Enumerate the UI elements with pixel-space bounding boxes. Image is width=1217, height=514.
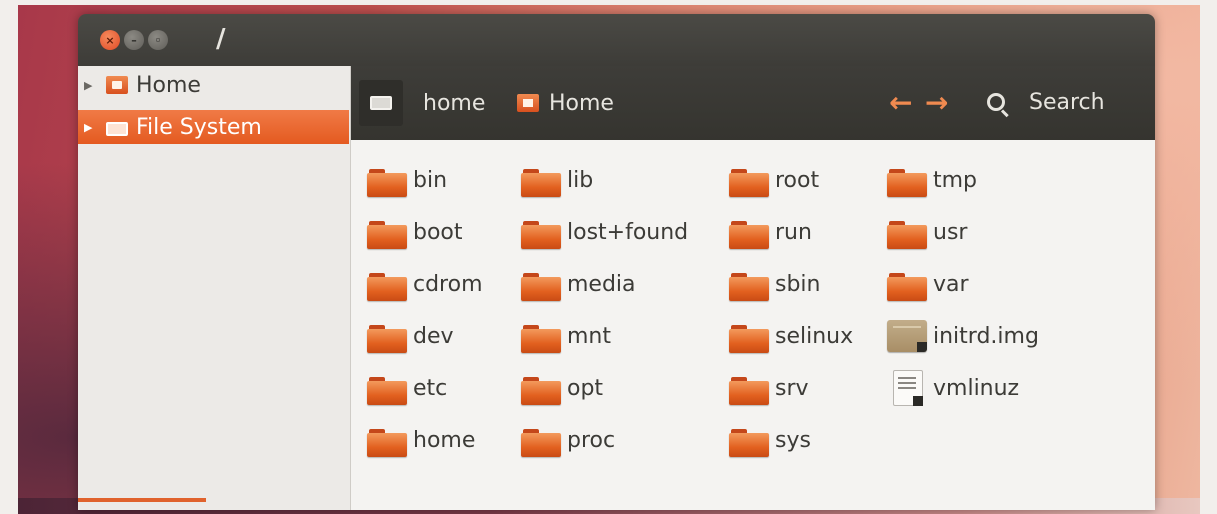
- breadcrumb-root[interactable]: [359, 80, 403, 126]
- file-item-srv[interactable]: srv: [729, 370, 809, 406]
- file-item-opt[interactable]: opt: [521, 370, 603, 406]
- folder-icon: [367, 217, 407, 249]
- file-item-bin[interactable]: bin: [367, 162, 447, 198]
- home-folder-icon: [106, 76, 128, 94]
- folder-icon: [521, 217, 561, 249]
- expander-arrow-icon[interactable]: ▶: [84, 79, 100, 92]
- file-item-initrd-img[interactable]: initrd.img: [887, 318, 1039, 354]
- file-item-media[interactable]: media: [521, 266, 636, 302]
- file-item-boot[interactable]: boot: [367, 214, 463, 250]
- maximize-button[interactable]: ◦: [148, 30, 168, 50]
- close-button[interactable]: ×: [100, 30, 120, 50]
- file-item-sbin[interactable]: sbin: [729, 266, 820, 302]
- file-name: lib: [567, 167, 594, 193]
- folder-icon: [729, 269, 769, 301]
- file-view: bin boot cdrom dev etc home lib lost+fou…: [351, 140, 1155, 510]
- folder-icon: [367, 165, 407, 197]
- toolbar: home Home ← → Search: [351, 66, 1155, 140]
- folder-icon: [521, 321, 561, 353]
- folder-icon: [729, 373, 769, 405]
- file-item-lib[interactable]: lib: [521, 162, 593, 198]
- file-name: bin: [413, 167, 448, 193]
- drive-icon: [106, 118, 128, 136]
- folder-icon: [887, 217, 927, 249]
- file-item-sys[interactable]: sys: [729, 422, 811, 458]
- breadcrumb-label: home: [423, 90, 486, 116]
- file-name: dev: [413, 323, 454, 349]
- file-item-vmlinuz[interactable]: vmlinuz: [887, 370, 1019, 406]
- file-name: selinux: [775, 323, 854, 349]
- file-name: sys: [775, 427, 811, 453]
- file-name: boot: [413, 219, 463, 245]
- folder-icon: [367, 425, 407, 457]
- breadcrumb-home-dir[interactable]: home: [423, 80, 485, 126]
- search-icon[interactable]: [987, 93, 1005, 111]
- file-name: initrd.img: [933, 323, 1039, 349]
- folder-icon: [729, 217, 769, 249]
- sidebar-item-label: File System: [136, 114, 262, 140]
- file-name: mnt: [567, 323, 611, 349]
- file-name: proc: [567, 427, 616, 453]
- file-name: var: [933, 271, 969, 297]
- file-name: etc: [413, 375, 448, 401]
- file-name: usr: [933, 219, 968, 245]
- folder-icon: [521, 269, 561, 301]
- breadcrumb-label: Home: [549, 90, 614, 116]
- file-item-selinux[interactable]: selinux: [729, 318, 853, 354]
- file-item-lost-found[interactable]: lost+found: [521, 214, 688, 250]
- window-title: /: [216, 24, 226, 54]
- forward-arrow-icon[interactable]: →: [925, 88, 948, 118]
- file-item-etc[interactable]: etc: [367, 370, 447, 406]
- sidebar: ▶ Home ▶ File System: [78, 66, 351, 510]
- title-bar[interactable]: × – ◦ /: [78, 14, 1155, 66]
- file-name: sbin: [775, 271, 821, 297]
- folder-icon: [887, 269, 927, 301]
- folder-icon: [729, 425, 769, 457]
- file-item-dev[interactable]: dev: [367, 318, 454, 354]
- file-item-proc[interactable]: proc: [521, 422, 615, 458]
- text-file-icon: [893, 370, 923, 406]
- folder-icon: [367, 321, 407, 353]
- folder-icon: [521, 373, 561, 405]
- sidebar-scrollbar[interactable]: [78, 498, 206, 502]
- file-name: run: [775, 219, 812, 245]
- expander-arrow-icon[interactable]: ▶: [84, 121, 100, 134]
- folder-icon: [521, 165, 561, 197]
- file-item-var[interactable]: var: [887, 266, 969, 302]
- file-name: home: [413, 427, 476, 453]
- archive-icon: [887, 320, 927, 352]
- folder-icon: [521, 425, 561, 457]
- file-manager-window: × – ◦ / ▶ Home ▶ File System home Home ←…: [78, 14, 1155, 510]
- file-item-run[interactable]: run: [729, 214, 812, 250]
- file-name: vmlinuz: [933, 375, 1020, 401]
- sidebar-item-home[interactable]: ▶ Home: [78, 68, 351, 102]
- file-name: cdrom: [413, 271, 483, 297]
- sidebar-item-file-system[interactable]: ▶ File System: [78, 110, 349, 144]
- file-name: tmp: [933, 167, 978, 193]
- file-name: srv: [775, 375, 809, 401]
- file-name: lost+found: [567, 219, 689, 245]
- file-name: media: [567, 271, 636, 297]
- file-item-mnt[interactable]: mnt: [521, 318, 611, 354]
- folder-icon: [729, 165, 769, 197]
- file-name: opt: [567, 375, 604, 401]
- home-folder-icon: [517, 94, 539, 112]
- file-item-cdrom[interactable]: cdrom: [367, 266, 483, 302]
- folder-icon: [367, 373, 407, 405]
- drive-icon: [370, 96, 392, 110]
- minimize-button[interactable]: –: [124, 30, 144, 50]
- file-item-root[interactable]: root: [729, 162, 819, 198]
- breadcrumb-home-user[interactable]: Home: [517, 80, 614, 126]
- file-item-tmp[interactable]: tmp: [887, 162, 977, 198]
- back-arrow-icon[interactable]: ←: [889, 88, 912, 118]
- file-name: root: [775, 167, 820, 193]
- folder-icon: [729, 321, 769, 353]
- file-item-home[interactable]: home: [367, 422, 475, 458]
- file-item-usr[interactable]: usr: [887, 214, 967, 250]
- search-button-label[interactable]: Search: [1029, 90, 1105, 115]
- sidebar-item-label: Home: [136, 72, 201, 98]
- folder-icon: [887, 165, 927, 197]
- folder-icon: [367, 269, 407, 301]
